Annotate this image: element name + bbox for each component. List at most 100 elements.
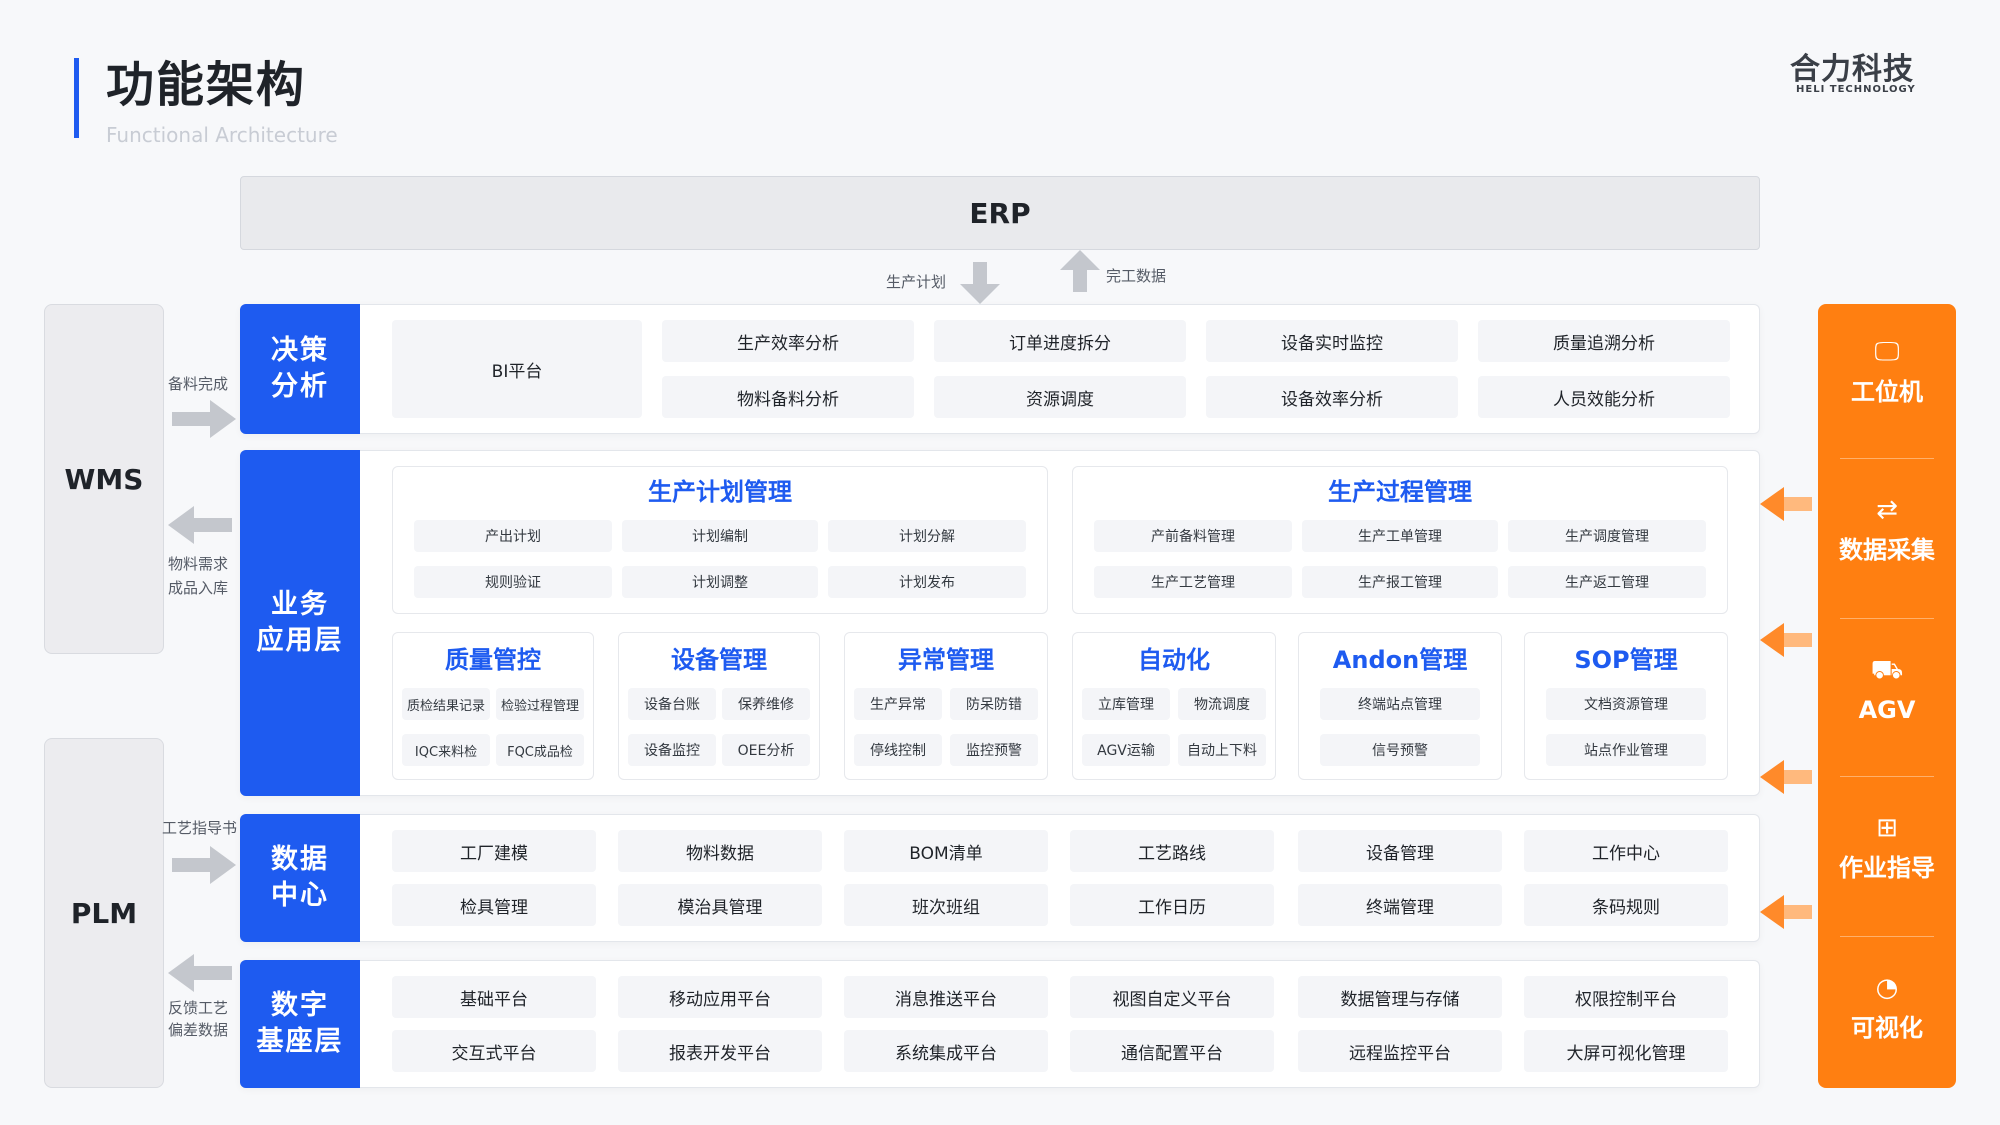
- right-item-label: AGV: [1858, 696, 1916, 724]
- right-item-agv: ⛟ AGV: [1818, 654, 1956, 726]
- right-divider: [1840, 458, 1934, 459]
- decision-item: 质量追溯分析: [1478, 320, 1730, 362]
- arrow-left-icon: [168, 506, 232, 544]
- right-item-visualization: ◔ 可视化: [1818, 972, 1956, 1044]
- erp-down-label: 生产计划: [886, 273, 947, 291]
- tag-fankui-1: 反馈工艺: [168, 999, 229, 1017]
- data-center-item: 终端管理: [1298, 884, 1502, 926]
- arrow-left-orange-icon: [1760, 895, 1812, 929]
- plan-item: 规则验证: [414, 566, 612, 598]
- data-center-item: 物料数据: [618, 830, 822, 872]
- plan-item: 计划分解: [828, 520, 1026, 552]
- module-title-process: 生产过程管理: [1328, 478, 1472, 506]
- plm-box: PLM: [44, 738, 164, 1088]
- arrow-left-orange-icon: [1760, 487, 1812, 521]
- automation-item: 自动上下料: [1178, 734, 1266, 766]
- decision-item: 生产效率分析: [662, 320, 914, 362]
- arrow-left-orange-icon: [1760, 623, 1812, 657]
- layer-label-digital-base: 数字 基座层: [240, 960, 360, 1088]
- plan-item: 产出计划: [414, 520, 612, 552]
- exception-item: 防呆防错: [950, 688, 1038, 720]
- erp-up-label: 完工数据: [1106, 267, 1167, 285]
- data-collect-icon: ⇄: [1876, 495, 1898, 525]
- process-item: 产前备料管理: [1094, 520, 1292, 552]
- chart-icon: ◔: [1875, 973, 1899, 1003]
- right-item-label: 数据采集: [1839, 536, 1935, 564]
- digital-base-item: 报表开发平台: [618, 1030, 822, 1072]
- decision-item: 设备效率分析: [1206, 376, 1458, 418]
- module-title-equipment: 设备管理: [671, 646, 767, 674]
- equipment-item: 保养维修: [722, 688, 810, 720]
- decision-item: 订单进度拆分: [934, 320, 1186, 362]
- title-accent-bar: [74, 58, 79, 138]
- equipment-item: 设备台账: [628, 688, 716, 720]
- arrow-down-icon: [960, 262, 1000, 304]
- module-title-quality: 质量管控: [445, 646, 541, 674]
- process-item: 生产工艺管理: [1094, 566, 1292, 598]
- layer-label-decision: 决策 分析: [240, 304, 360, 434]
- andon-item: 信号预警: [1320, 734, 1480, 766]
- sop-item: 文档资源管理: [1546, 688, 1706, 720]
- right-item-label: 工位机: [1851, 378, 1923, 406]
- digital-base-item: 移动应用平台: [618, 976, 822, 1018]
- data-center-item: 模治具管理: [618, 884, 822, 926]
- equipment-item: 设备监控: [628, 734, 716, 766]
- quality-item: FQC成品检: [496, 734, 584, 766]
- arrow-up-icon: [1060, 250, 1100, 292]
- company-logo: 合力科技: [1790, 52, 1914, 87]
- right-item-label: 作业指导: [1839, 854, 1935, 882]
- data-center-item: 工作中心: [1524, 830, 1728, 872]
- decision-item: 人员效能分析: [1478, 376, 1730, 418]
- process-item: 生产返工管理: [1508, 566, 1706, 598]
- right-divider: [1840, 936, 1934, 937]
- process-item: 生产工单管理: [1302, 520, 1498, 552]
- page-title: 功能架构: [106, 57, 307, 113]
- grid-icon: ⊞: [1876, 813, 1898, 843]
- arrow-left-icon: [168, 954, 232, 992]
- digital-base-item: 数据管理与存储: [1298, 976, 1502, 1018]
- digital-base-item: 消息推送平台: [844, 976, 1048, 1018]
- exception-item: 监控预警: [950, 734, 1038, 766]
- page-subtitle: Functional Architecture: [106, 123, 338, 147]
- right-divider: [1840, 618, 1934, 619]
- module-title-plan: 生产计划管理: [648, 478, 792, 506]
- digital-base-item: 系统集成平台: [844, 1030, 1048, 1072]
- process-item: 生产调度管理: [1508, 520, 1706, 552]
- right-item-workstation: 🖵 工位机: [1818, 336, 1956, 408]
- automation-item: 立库管理: [1082, 688, 1170, 720]
- tag-wuliao-1: 物料需求: [168, 555, 229, 573]
- digital-base-item: 远程监控平台: [1298, 1030, 1502, 1072]
- quality-item: 检验过程管理: [496, 688, 584, 720]
- erp-box: ERP: [240, 176, 1760, 250]
- layer-label-business: 业务 应用层: [240, 450, 360, 796]
- arrow-right-icon: [172, 846, 236, 884]
- automation-item: AGV运输: [1082, 734, 1170, 766]
- sop-item: 站点作业管理: [1546, 734, 1706, 766]
- decision-item: 设备实时监控: [1206, 320, 1458, 362]
- decision-item: 资源调度: [934, 376, 1186, 418]
- data-center-item: BOM清单: [844, 830, 1048, 872]
- tag-fankui-2: 偏差数据: [168, 1021, 229, 1039]
- module-title-exception: 异常管理: [898, 646, 994, 674]
- digital-base-item: 基础平台: [392, 976, 596, 1018]
- tag-gongyi: 工艺指导书: [162, 819, 238, 837]
- arrow-left-orange-icon: [1760, 760, 1812, 794]
- data-center-item: 检具管理: [392, 884, 596, 926]
- equipment-item: OEE分析: [722, 734, 810, 766]
- process-item: 生产报工管理: [1302, 566, 1498, 598]
- quality-item: IQC来料检: [402, 734, 490, 766]
- agv-icon: ⛟: [1870, 655, 1904, 685]
- plan-item: 计划调整: [622, 566, 818, 598]
- module-title-sop: SOP管理: [1574, 646, 1678, 674]
- quality-item: 质检结果记录: [402, 688, 490, 720]
- layer-label-data-center: 数据 中心: [240, 814, 360, 942]
- digital-base-item: 交互式平台: [392, 1030, 596, 1072]
- wms-box: WMS: [44, 304, 164, 654]
- decision-item: 物料备料分析: [662, 376, 914, 418]
- right-divider: [1840, 776, 1934, 777]
- tag-wuliao-2: 成品入库: [168, 579, 229, 597]
- plan-item: 计划编制: [622, 520, 818, 552]
- monitor-icon: 🖵: [1874, 337, 1900, 367]
- digital-base-item: 通信配置平台: [1070, 1030, 1274, 1072]
- data-center-item: 设备管理: [1298, 830, 1502, 872]
